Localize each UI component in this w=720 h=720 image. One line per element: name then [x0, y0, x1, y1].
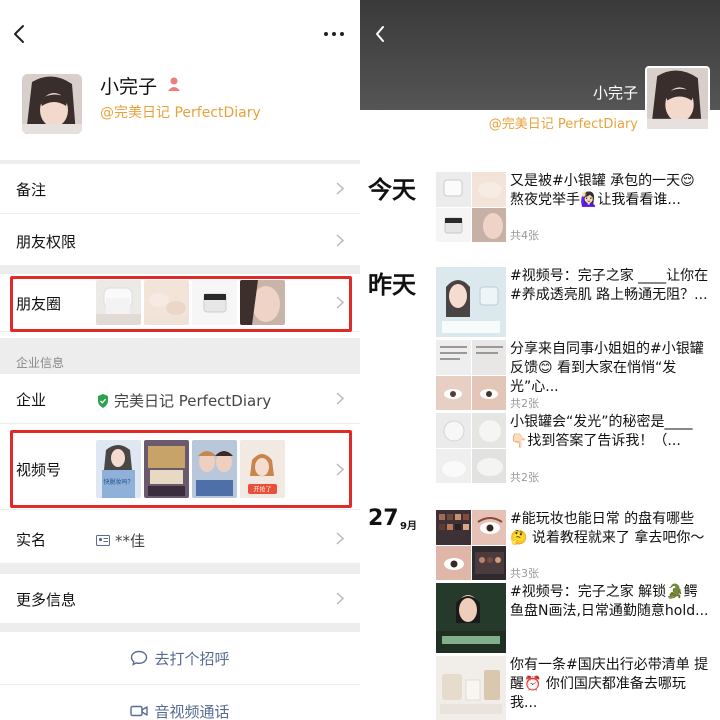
moments-thumb [240, 280, 285, 325]
post-video-cover[interactable] [436, 583, 506, 653]
contact-profile-panel: 小完子 @完美日记 PerfectDiary 备注 朋友权限 朋友圈 企业信息 … [0, 0, 360, 720]
channels-thumbnails: 快脱妆吗？ 开抢了 [96, 440, 285, 498]
moments-row[interactable]: 朋友圈 [0, 274, 360, 332]
chevron-right-icon [336, 296, 344, 309]
post-image-count: 共4张 [510, 229, 539, 242]
date-yesterday: 昨天 [368, 271, 416, 299]
enterprise-row[interactable]: 企业 完美日记 PerfectDiary [0, 374, 360, 424]
cover-name: 小完子 [592, 84, 638, 102]
enterprise-section-header: 企业信息 [0, 338, 360, 374]
moments-thumb [192, 280, 237, 325]
post-image-grid[interactable] [436, 172, 506, 242]
chevron-right-icon [336, 392, 344, 405]
permissions-row[interactable]: 朋友权限 [0, 216, 360, 266]
channel-thumb: 快脱妆吗？ [96, 440, 141, 498]
date-today: 今天 [368, 176, 416, 204]
post-text[interactable]: #能玩妆也能日常 的盘有哪些🤔 说着教程就来了 拿去吧你～ [510, 510, 710, 548]
post-image-count: 共2张 [510, 471, 539, 484]
moments-thumb [144, 280, 189, 325]
post-text[interactable]: #视频号：完子之家 解锁🐊鳄鱼盘N画法,日常通勤随意hold... [510, 583, 710, 621]
back-arrow-icon[interactable] [374, 26, 386, 42]
greet-button[interactable]: 去打个招呼 [0, 632, 360, 684]
enterprise-value: 完美日记 PerfectDiary [96, 390, 271, 411]
channel-thumb-text: 快脱妆吗？ [103, 478, 133, 486]
date-month: 9月 [400, 521, 417, 532]
chat-bubble-icon [131, 650, 148, 666]
profile-name: 小完子 [100, 76, 158, 98]
video-camera-icon [130, 705, 149, 717]
enterprise-label: 企业 [16, 391, 47, 409]
post-image[interactable] [436, 656, 506, 720]
post-text[interactable]: 你有一条#国庆出行必带清单 提醒⏰ 你们国庆都准备去哪玩 我... [510, 656, 710, 713]
avatar[interactable] [22, 74, 82, 134]
top-bar [0, 0, 360, 60]
post-text[interactable]: 分享来自同事小姐姐的#小银罐 反馈😊 看到大家在悄悄“发光”心... [510, 340, 710, 397]
channel-thumb: 开抢了 [240, 440, 285, 498]
remark-row[interactable]: 备注 [0, 164, 360, 214]
video-call-button[interactable]: 音视频通话 [0, 685, 360, 720]
back-arrow-icon[interactable] [12, 24, 28, 44]
post-image-grid[interactable] [436, 413, 506, 483]
date-day-27: 27 [368, 506, 399, 531]
moments-thumb [96, 280, 141, 325]
enterprise-name: 完美日记 PerfectDiary [114, 392, 272, 410]
channel-thumb [144, 440, 189, 498]
enterprise-section-label: 企业信息 [16, 356, 65, 370]
post-image-grid[interactable] [436, 340, 506, 410]
avatar[interactable] [645, 66, 710, 131]
permissions-label: 朋友权限 [16, 233, 77, 251]
moments-feed-panel: 小完子 @完美日记 PerfectDiary 今天 又是被#小银罐 承包的一天😌… [360, 0, 720, 720]
moments-label: 朋友圈 [16, 295, 62, 313]
chevron-right-icon [336, 532, 344, 545]
realname-label: 实名 [16, 531, 47, 549]
post-image-grid[interactable] [436, 510, 506, 580]
channels-row[interactable]: 视频号 快脱妆吗？ 开抢了 [0, 428, 360, 510]
post-text[interactable]: #视频号：完子之家 ____让你在#养成透亮肌 路上畅通无阻？... [510, 267, 710, 305]
moments-thumbnails [96, 280, 285, 325]
female-gender-icon [168, 77, 180, 91]
chevron-right-icon [336, 463, 344, 476]
divider [0, 564, 360, 574]
post-text[interactable]: 又是被#小银罐 承包的一天😌 熬夜党举手🙋🏻‍♀️让我看看谁... [510, 172, 710, 210]
channels-label: 视频号 [16, 461, 62, 479]
remark-label: 备注 [16, 181, 47, 199]
verified-check-icon [98, 393, 108, 408]
post-text[interactable]: 小银罐会“发光”的秘密是____ 👇🏻找到答案了告诉我！（... [510, 413, 710, 451]
company-tag: @完美日记 PerfectDiary [488, 117, 638, 132]
post-video-cover[interactable] [436, 267, 506, 337]
divider [0, 624, 360, 632]
realname-text: **佳 [115, 532, 146, 550]
id-card-icon [96, 535, 110, 546]
channel-thumb [192, 440, 237, 498]
video-call-label: 音视频通话 [154, 702, 230, 720]
company-tag: @完美日记 PerfectDiary [100, 105, 261, 121]
more-info-label: 更多信息 [16, 591, 77, 609]
more-options-icon[interactable] [324, 32, 344, 38]
post-image-count: 共3张 [510, 567, 539, 580]
chevron-right-icon [336, 234, 344, 247]
realname-value: **佳 [96, 530, 145, 551]
greet-label: 去打个招呼 [154, 649, 230, 668]
channel-thumb-text: 开抢了 [253, 486, 271, 494]
chevron-right-icon [336, 182, 344, 195]
chevron-right-icon [336, 592, 344, 605]
post-image-count: 共2张 [510, 397, 539, 410]
realname-row[interactable]: 实名 **佳 [0, 514, 360, 564]
more-info-row[interactable]: 更多信息 [0, 574, 360, 624]
divider [0, 266, 360, 274]
